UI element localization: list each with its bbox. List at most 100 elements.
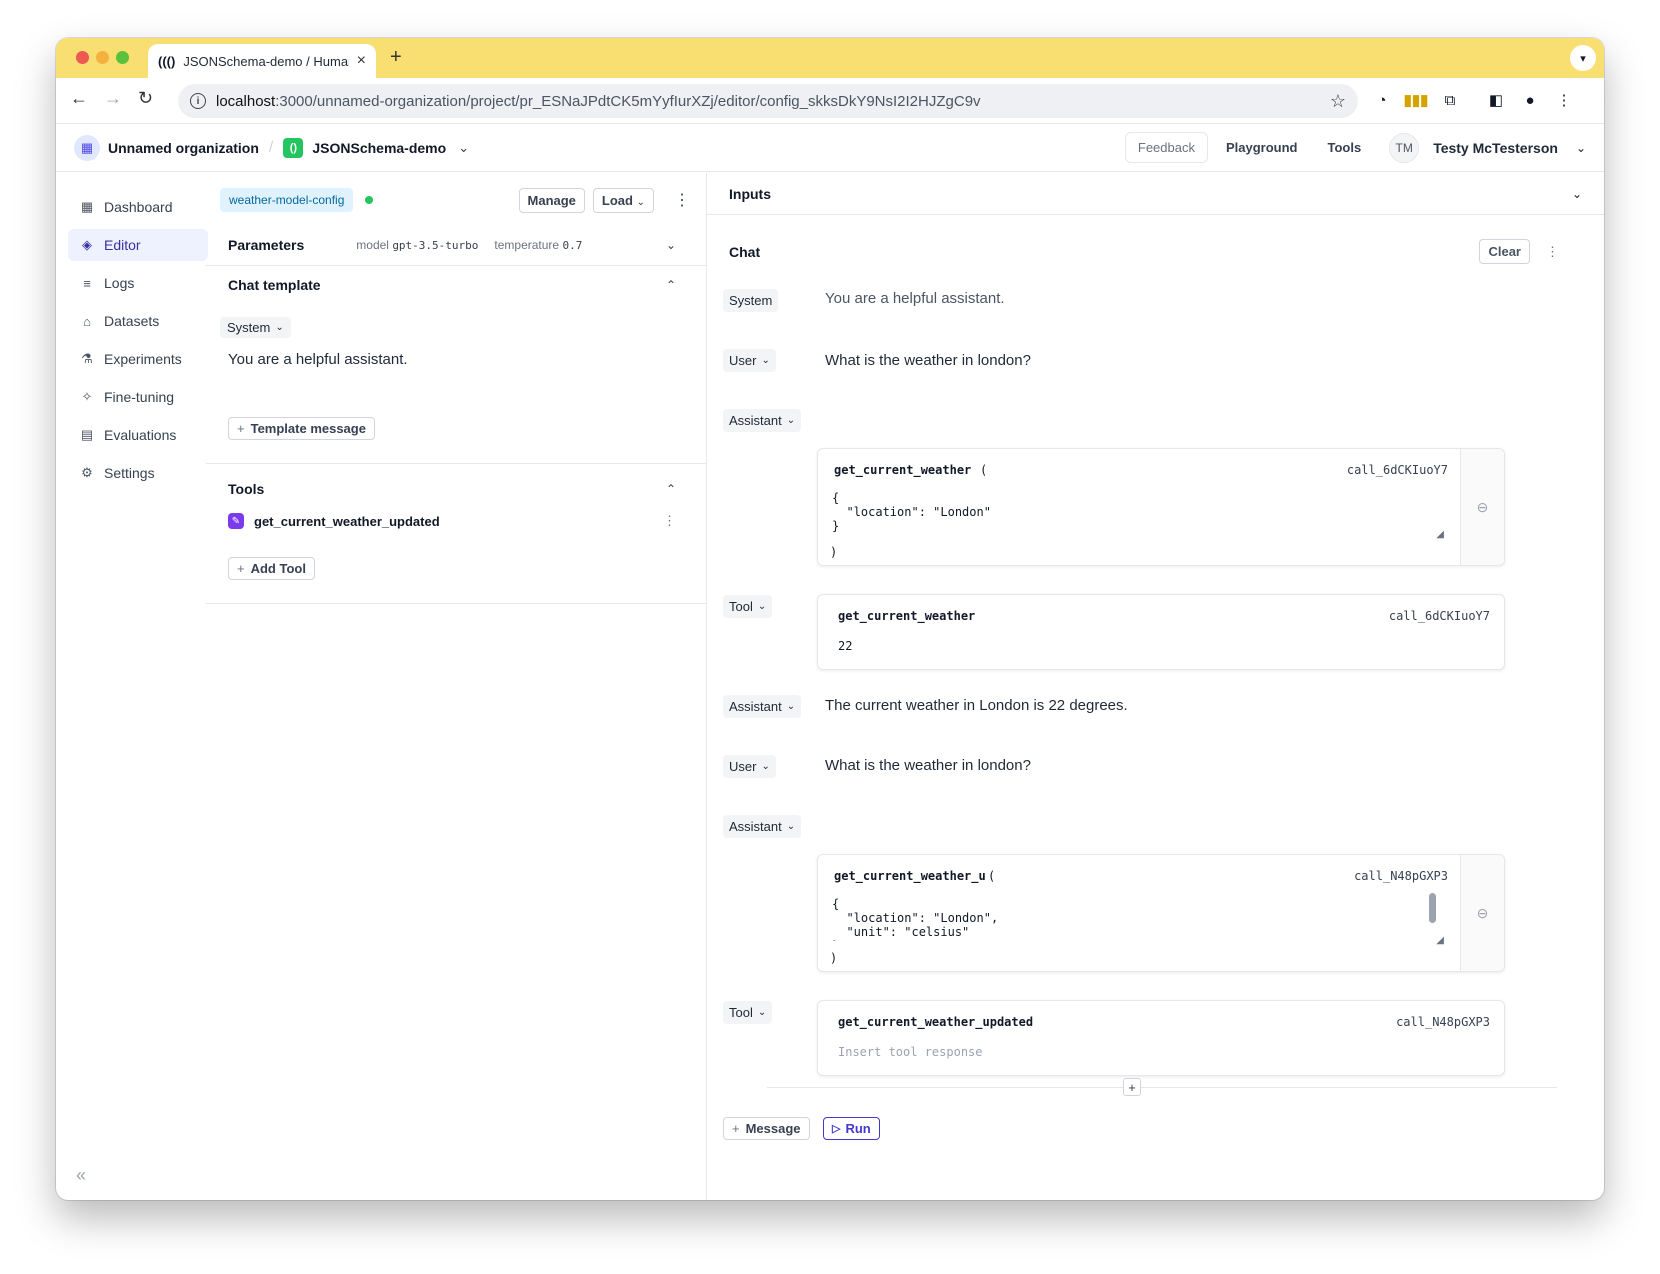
new-tab-icon[interactable]: +	[390, 46, 402, 69]
add-template-message-button[interactable]: + Template message	[228, 417, 375, 440]
message-text[interactable]: What is the weather in london?	[825, 352, 1031, 369]
tool-item[interactable]: ✎ get_current_weather_updated ⋮	[228, 513, 676, 529]
chevron-down-icon[interactable]: ⌄	[666, 238, 676, 252]
divider	[206, 463, 706, 464]
extensions-puzzle-icon[interactable]: ⧉	[1440, 90, 1460, 110]
back-arrow-icon[interactable]: ←	[70, 88, 88, 109]
side-panel-icon[interactable]: ◧	[1486, 90, 1506, 110]
template-message-text[interactable]: You are a helpful assistant.	[228, 351, 408, 368]
sidebar-item-logs[interactable]: ≡ Logs	[68, 267, 208, 299]
chevron-down-icon[interactable]: ⌄	[1572, 187, 1582, 201]
insert-message-plus-icon[interactable]: +	[1123, 1078, 1141, 1096]
collapse-sidebar-icon[interactable]: «	[76, 1165, 86, 1186]
tab-search-chevron-icon[interactable]: ▾	[1570, 45, 1596, 71]
message-text[interactable]: You are a helpful assistant.	[825, 290, 1005, 307]
building-icon: ▦	[74, 134, 100, 161]
role-select[interactable]: Assistant ⌄	[723, 409, 802, 432]
tools-link[interactable]: Tools	[1315, 133, 1373, 162]
browser-tabbar: ((() JSONSchema-demo / Humanl × + ▾	[56, 38, 1604, 78]
load-button[interactable]: Load ⌄	[592, 187, 654, 213]
browser-menu-icon[interactable]: ⋮	[1554, 90, 1574, 110]
arguments-editor[interactable]: { "location": "London" }	[832, 491, 991, 533]
chat-header: Chat Clear ⋮	[729, 239, 1559, 264]
role-select[interactable]: Assistant ⌄	[723, 815, 802, 838]
role-select[interactable]: Tool ⌄	[723, 1001, 773, 1024]
clear-button[interactable]: Clear	[1479, 239, 1530, 264]
chat-panel: Inputs ⌄ Chat Clear ⋮ System You are a h…	[707, 173, 1604, 1200]
chevron-down-icon: ⌄	[761, 761, 770, 772]
role-select[interactable]: Tool ⌄	[723, 595, 773, 618]
diamond-icon: ◈	[82, 237, 92, 252]
chevron-down-icon: ⌄	[757, 601, 767, 612]
function-name: get_current_weather_u	[834, 869, 986, 883]
add-tool-button[interactable]: + Add Tool	[228, 557, 315, 580]
chevron-up-icon[interactable]: ⌃	[666, 278, 676, 292]
resize-handle-icon[interactable]: ◢	[1436, 935, 1444, 946]
playground-link[interactable]: Playground	[1214, 133, 1310, 162]
call-id: call_6dCKIuoY7	[1388, 609, 1490, 623]
message-text[interactable]: What is the weather in london?	[825, 757, 1031, 774]
chevron-down-icon[interactable]: ⌄	[458, 140, 469, 156]
avatar[interactable]: TM	[1389, 132, 1420, 163]
role-select[interactable]: User ⌄	[723, 349, 776, 372]
reload-icon[interactable]: ↻	[138, 88, 153, 109]
sidebar-item-evaluations[interactable]: ▤ Evaluations	[68, 419, 208, 451]
project-name[interactable]: JSONSchema-demo	[312, 140, 446, 156]
project-logo-icon: ()	[283, 137, 304, 158]
parameters-header[interactable]: Parameters model gpt-3.5-turbo temperatu…	[228, 233, 676, 257]
extension-cookie-icon[interactable]: ◔	[1372, 90, 1392, 110]
more-options-icon[interactable]: ⋮	[663, 513, 676, 529]
chat-template-header[interactable]: Chat template ⌃	[228, 273, 676, 297]
feedback-button[interactable]: Feedback	[1124, 132, 1208, 163]
chevron-down-icon: ⌄	[761, 355, 770, 366]
forward-arrow-icon[interactable]: →	[104, 88, 122, 109]
close-tab-icon[interactable]: ×	[357, 52, 366, 70]
browser-tab[interactable]: ((() JSONSchema-demo / Humanl ×	[148, 44, 376, 78]
maximize-window-button[interactable]	[116, 51, 129, 64]
chevron-down-icon: ⌄	[786, 821, 796, 832]
sidebar-item-editor[interactable]: ◈ Editor	[68, 229, 208, 261]
database-icon: ≡	[83, 275, 91, 291]
minimize-window-button[interactable]	[96, 51, 109, 64]
sidebar-item-datasets[interactable]: ⌂ Datasets	[68, 305, 208, 337]
manage-button[interactable]: Manage	[518, 187, 585, 213]
remove-icon[interactable]: ⊖	[1460, 855, 1504, 971]
sidebar-item-fine-tuning[interactable]: ✧ Fine-tuning	[68, 381, 208, 413]
run-button[interactable]: ▷ Run	[823, 1117, 880, 1140]
chevron-up-icon[interactable]: ⌃	[666, 482, 676, 496]
function-name: get_current_weather_updated	[838, 1015, 1034, 1029]
extension-chart-icon[interactable]: ▮▮▮	[1404, 90, 1429, 110]
tools-header[interactable]: Tools ⌃	[228, 477, 676, 501]
tool-response-input[interactable]: Insert tool response	[838, 1045, 983, 1059]
bookmark-star-icon[interactable]: ☆	[1330, 91, 1346, 112]
close-window-button[interactable]	[76, 51, 89, 64]
grid-icon: ▦	[80, 199, 94, 214]
message-text[interactable]: The current weather in London is 22 degr…	[825, 697, 1128, 714]
user-name[interactable]: Testy McTesterson	[1433, 140, 1558, 156]
inputs-header[interactable]: Inputs ⌄	[707, 173, 1604, 215]
scrollbar[interactable]	[1429, 893, 1436, 923]
breadcrumb-separator: /	[268, 138, 274, 156]
arguments-editor[interactable]: { "location": "London", "unit": "celsius…	[832, 897, 998, 941]
parameter-summary: model gpt-3.5-turbo temperature 0.7	[356, 238, 583, 252]
org-name[interactable]: Unnamed organization	[108, 140, 259, 156]
site-info-icon[interactable]: i	[190, 93, 206, 109]
more-options-icon[interactable]: ⋮	[674, 190, 690, 210]
plus-icon: +	[237, 561, 245, 576]
sidebar-item-settings[interactable]: ⚙ Settings	[68, 457, 208, 489]
add-message-button[interactable]: + Message	[723, 1117, 810, 1140]
more-options-icon[interactable]: ⋮	[1546, 244, 1559, 260]
remove-icon[interactable]: ⊖	[1460, 449, 1504, 565]
config-name-badge[interactable]: weather-model-config	[220, 188, 354, 212]
resize-handle-icon[interactable]: ◢	[1436, 529, 1444, 540]
sidebar-item-experiments[interactable]: ⚗ Experiments	[68, 343, 208, 375]
sidebar-item-dashboard[interactable]: ▦ Dashboard	[68, 191, 208, 223]
function-name: get_current_weather	[838, 609, 976, 623]
role-select[interactable]: System ⌄	[220, 317, 291, 338]
role-select[interactable]: Assistant ⌄	[723, 695, 802, 718]
address-bar[interactable]: i localhost:3000/unnamed-organization/pr…	[178, 84, 1358, 118]
profile-avatar-icon[interactable]: ●	[1520, 90, 1540, 110]
tool-response-editor[interactable]: 22	[838, 639, 852, 653]
role-select[interactable]: User ⌄	[723, 755, 776, 778]
chevron-down-icon[interactable]: ⌄	[1576, 141, 1586, 155]
